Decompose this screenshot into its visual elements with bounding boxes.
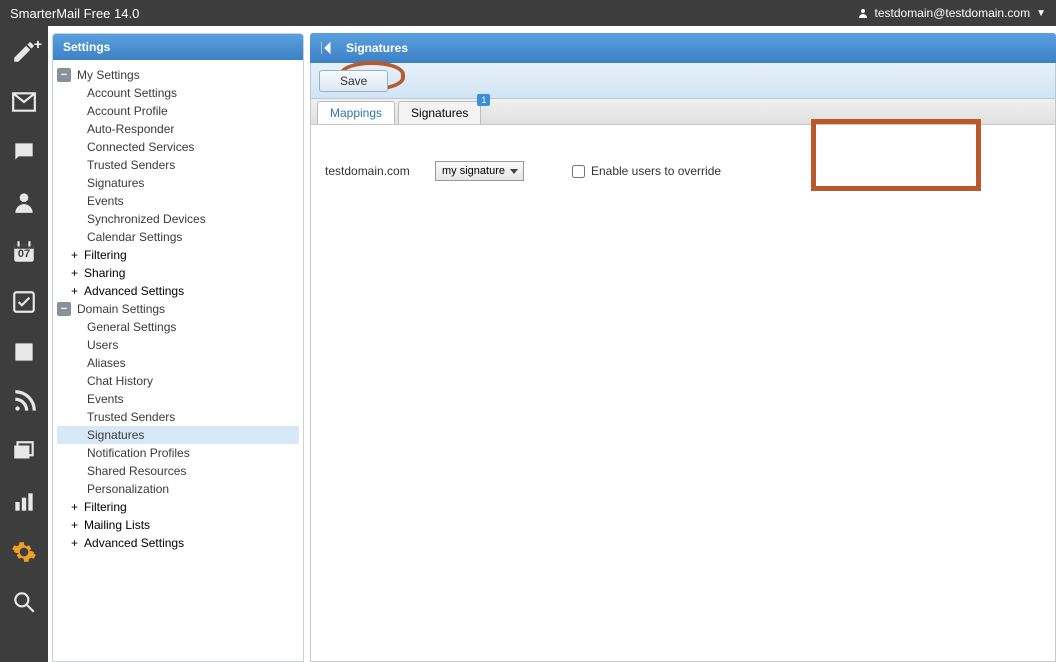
tree-mailing-domain[interactable]: +Mailing Lists xyxy=(57,516,299,534)
expand-icon: + xyxy=(71,248,78,262)
chat-icon[interactable] xyxy=(10,138,38,166)
expand-icon: + xyxy=(71,518,78,532)
app-title: SmarterMail Free 14.0 xyxy=(10,6,139,21)
expand-icon: + xyxy=(71,500,78,514)
calendar-icon[interactable]: 07 xyxy=(10,238,38,266)
save-button[interactable]: Save xyxy=(319,70,388,92)
content-header: Signatures xyxy=(310,33,1056,63)
tree-filtering-domain[interactable]: +Filtering xyxy=(57,498,299,516)
topbar: SmarterMail Free 14.0 testdomain@testdom… xyxy=(0,0,1056,26)
tasks-icon[interactable] xyxy=(10,288,38,316)
tab-badge: 1 xyxy=(477,94,490,106)
calendar-day-number: 07 xyxy=(10,248,38,260)
tree-item-general-settings[interactable]: General Settings xyxy=(57,318,299,336)
tree-my-settings[interactable]: − My Settings xyxy=(57,66,299,84)
override-label: Enable users to override xyxy=(591,164,721,178)
tree-item-signatures[interactable]: Signatures xyxy=(57,174,299,192)
tree-item-events[interactable]: Events xyxy=(57,192,299,210)
tree-item-account-settings[interactable]: Account Settings xyxy=(57,84,299,102)
content-area: Signatures Save Mappings Signatures 1 te… xyxy=(310,33,1056,662)
override-checkbox-wrapper[interactable]: Enable users to override xyxy=(572,164,721,178)
expand-icon: + xyxy=(71,536,78,550)
settings-tree: − My Settings Account Settings Account P… xyxy=(53,60,303,661)
workarea: testdomain.com my signature Enable users… xyxy=(310,125,1056,662)
tree-label: Domain Settings xyxy=(77,302,165,316)
tree-filtering-my[interactable]: +Filtering xyxy=(57,246,299,264)
chevron-down-icon: ▼ xyxy=(1036,8,1046,19)
tree-item-calendar-settings[interactable]: Calendar Settings xyxy=(57,228,299,246)
tree-item-users[interactable]: Users xyxy=(57,336,299,354)
tree-item-auto-responder[interactable]: Auto-Responder xyxy=(57,120,299,138)
user-label: testdomain@testdomain.com xyxy=(875,6,1031,20)
collapse-icon: − xyxy=(57,68,71,82)
compose-icon[interactable]: + xyxy=(10,38,38,66)
tree-item-domain-events[interactable]: Events xyxy=(57,390,299,408)
signature-select[interactable]: my signature xyxy=(435,161,524,181)
search-icon[interactable] xyxy=(10,588,38,616)
user-icon xyxy=(857,7,869,19)
tree-item-account-profile[interactable]: Account Profile xyxy=(57,102,299,120)
settings-panel-header: Settings xyxy=(53,34,303,60)
tree-item-sync-devices[interactable]: Synchronized Devices xyxy=(57,210,299,228)
contacts-icon[interactable] xyxy=(10,188,38,216)
tree-sharing-my[interactable]: +Sharing xyxy=(57,264,299,282)
mail-icon[interactable] xyxy=(10,88,38,116)
tree-domain-settings[interactable]: − Domain Settings xyxy=(57,300,299,318)
notes-icon[interactable] xyxy=(10,338,38,366)
settings-icon[interactable] xyxy=(10,538,38,566)
tree-item-notification-profiles[interactable]: Notification Profiles xyxy=(57,444,299,462)
tab-signatures[interactable]: Signatures 1 xyxy=(398,101,481,124)
filestorage-icon[interactable] xyxy=(10,438,38,466)
tree-item-aliases[interactable]: Aliases xyxy=(57,354,299,372)
collapse-icon: − xyxy=(57,302,71,316)
tree-advanced-domain[interactable]: +Advanced Settings xyxy=(57,534,299,552)
tree-item-shared-resources[interactable]: Shared Resources xyxy=(57,462,299,480)
expand-icon: + xyxy=(71,266,78,280)
panel-collapse-icon[interactable] xyxy=(320,39,338,57)
tabstrip: Mappings Signatures 1 xyxy=(310,99,1056,125)
tree-item-personalization[interactable]: Personalization xyxy=(57,480,299,498)
mapping-row: testdomain.com my signature Enable users… xyxy=(325,161,1041,181)
tree-label: My Settings xyxy=(77,68,140,82)
user-menu[interactable]: testdomain@testdomain.com ▼ xyxy=(857,6,1047,20)
domain-label: testdomain.com xyxy=(325,164,421,178)
tree-item-domain-signatures[interactable]: Signatures xyxy=(57,426,299,444)
tree-item-connected-services[interactable]: Connected Services xyxy=(57,138,299,156)
tree-item-trusted-senders[interactable]: Trusted Senders xyxy=(57,156,299,174)
content-title: Signatures xyxy=(346,41,408,55)
tab-mappings[interactable]: Mappings xyxy=(317,101,395,124)
reports-icon[interactable] xyxy=(10,488,38,516)
tree-item-chat-history[interactable]: Chat History xyxy=(57,372,299,390)
rss-icon[interactable] xyxy=(10,388,38,416)
expand-icon: + xyxy=(71,284,78,298)
toolbar: Save xyxy=(310,63,1056,99)
settings-panel: Settings − My Settings Account Settings … xyxy=(52,33,304,662)
tree-advanced-my[interactable]: +Advanced Settings xyxy=(57,282,299,300)
iconbar: + 07 xyxy=(0,26,48,662)
tree-item-domain-trusted-senders[interactable]: Trusted Senders xyxy=(57,408,299,426)
override-checkbox[interactable] xyxy=(572,165,585,178)
